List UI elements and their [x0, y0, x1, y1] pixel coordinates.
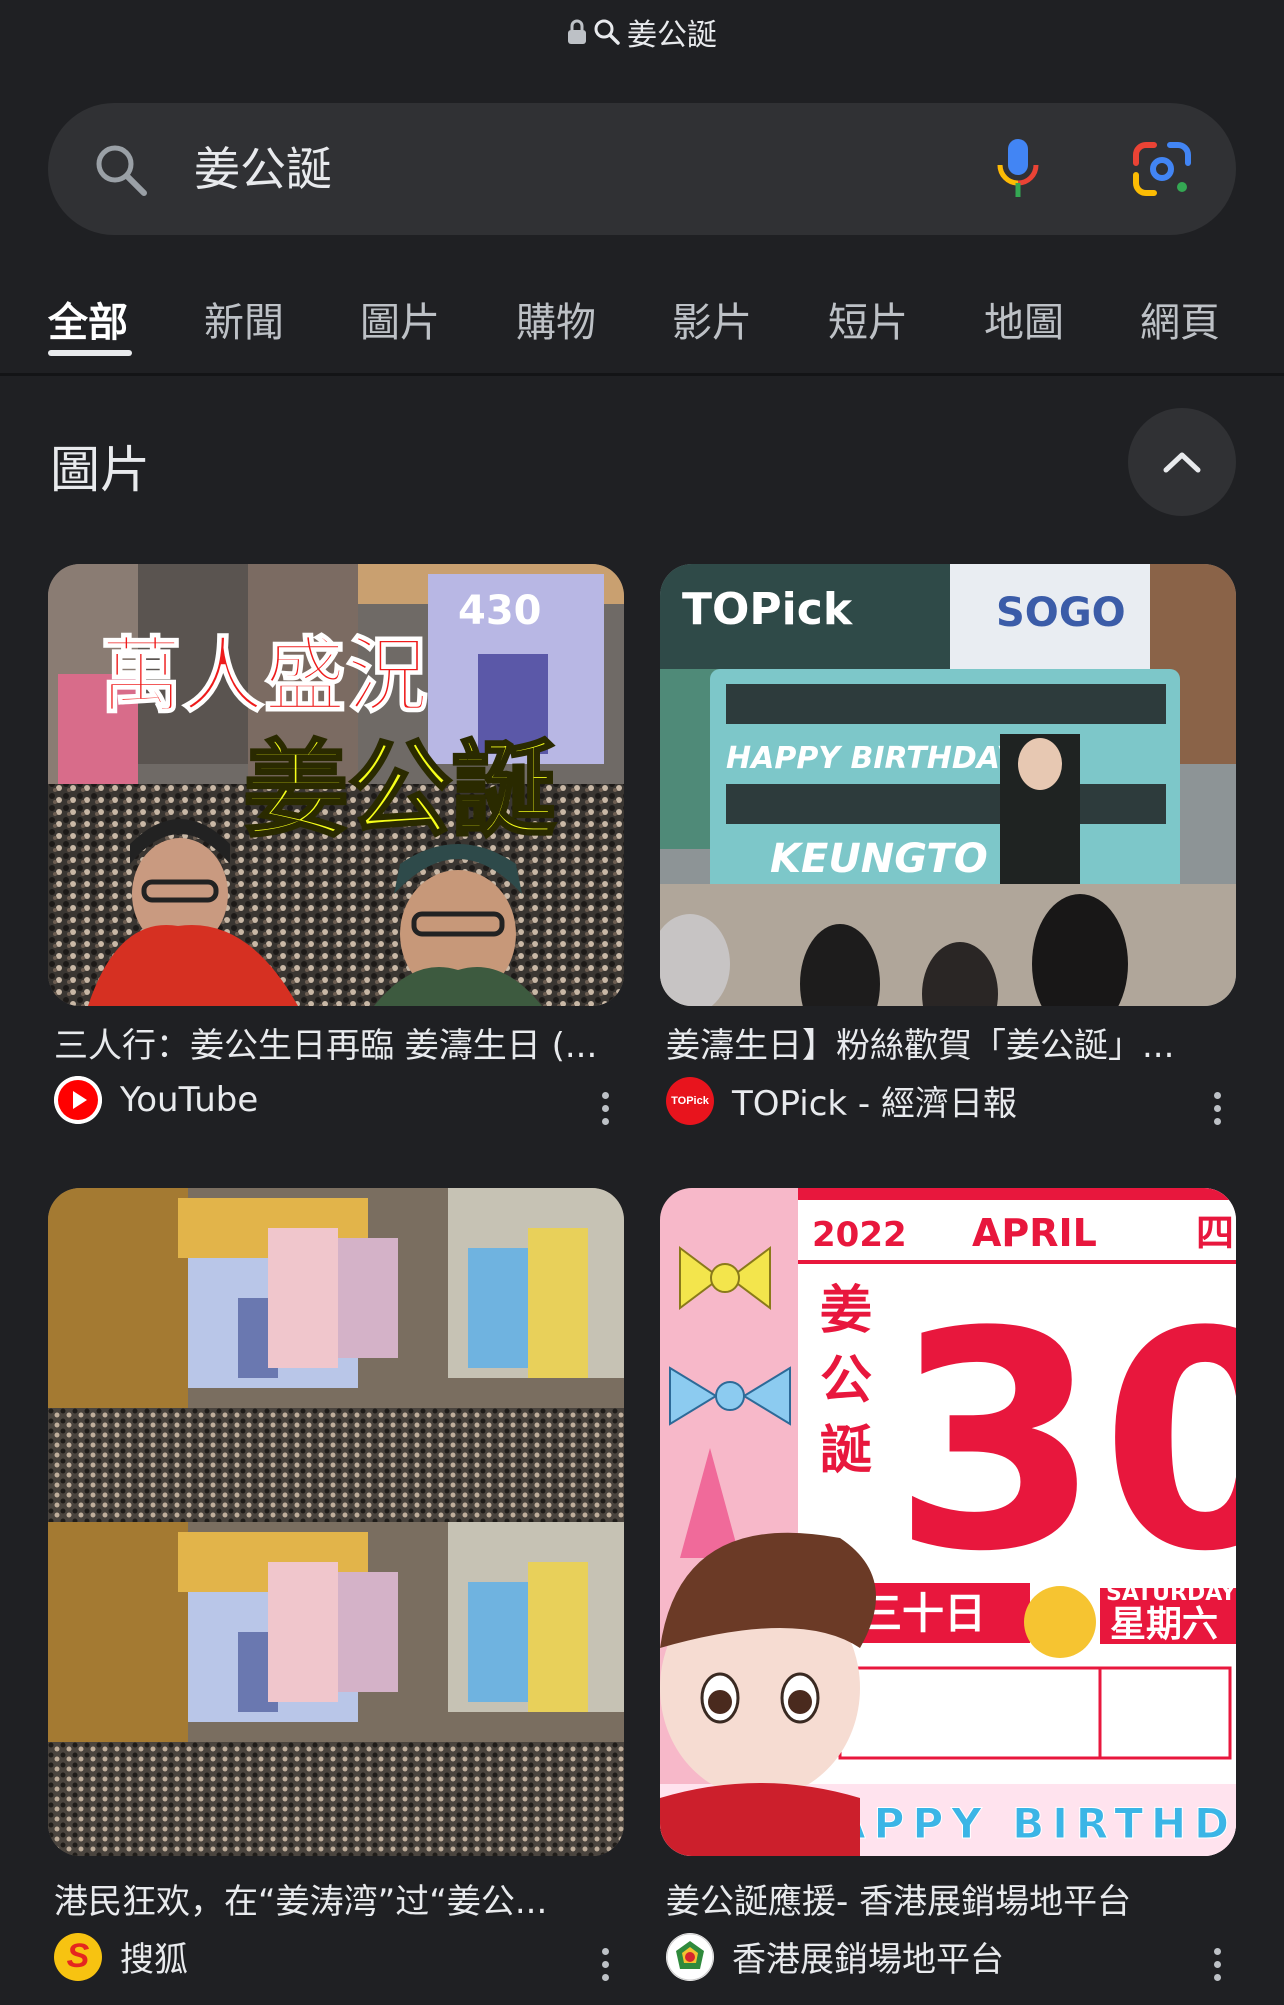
result-caption[interactable]: 港民狂欢，在“姜涛湾”过“姜公...	[54, 1874, 624, 1923]
thumb-text-weekday: 四	[1196, 1211, 1234, 1255]
source-name: TOPick - 經濟日報	[732, 1084, 1017, 1124]
search-input[interactable]: 姜公誕	[194, 141, 332, 197]
thumb-text-char1: 姜	[820, 1281, 872, 1341]
lock-icon	[568, 19, 586, 44]
tab-shopping[interactable]: 購物	[516, 290, 596, 348]
more-options-icon[interactable]	[600, 1092, 610, 1125]
tab-videos[interactable]: 影片	[672, 290, 752, 348]
more-options-icon[interactable]	[1212, 1092, 1222, 1125]
tab-maps[interactable]: 地圖	[984, 290, 1064, 348]
thumb-text-day: 30	[892, 1268, 1236, 1617]
result-thumbnail[interactable]: TOPick SOGO HAPPY BIRTHDAY!! KEUNGTO	[660, 564, 1236, 1006]
thumb-text-weekday-chinese: 星期六	[1110, 1604, 1218, 1645]
search-box[interactable]: 姜公誕	[48, 103, 1236, 235]
search-tabs: 全部 新聞 圖片 購物 影片 短片 地圖 網頁	[0, 280, 1284, 370]
result-caption[interactable]: 姜濤生日】粉絲歡賀「姜公誕」...	[666, 1018, 1236, 1067]
thumb-text-year: 2022	[812, 1215, 907, 1255]
tab-news[interactable]: 新聞	[204, 290, 284, 348]
result-caption[interactable]: 姜公誕應援- 香港展銷場地平台	[666, 1874, 1236, 1923]
result-source[interactable]: TOPick TOPick - 經濟日報	[666, 1076, 1017, 1125]
thumb-text-topick: TOPick	[682, 584, 854, 635]
tab-all[interactable]: 全部	[48, 290, 128, 348]
source-name: YouTube	[120, 1080, 259, 1120]
tab-web[interactable]: 網頁	[1140, 290, 1220, 348]
thumb-text-char3: 誕	[820, 1421, 872, 1481]
thumb-text-char2: 公	[820, 1351, 872, 1411]
collapse-button[interactable]	[1128, 408, 1236, 516]
thumb-text-keungto: KEUNGTO	[770, 836, 988, 882]
image-result-card[interactable]: 港民狂欢，在“姜涛湾”过“姜公... S 搜狐	[48, 1188, 624, 1981]
topick-favicon-icon: TOPick	[666, 1076, 714, 1125]
active-tab-indicator	[48, 350, 132, 356]
search-icon	[594, 19, 620, 45]
address-bar-text: 姜公誕	[627, 18, 717, 53]
source-name: 搜狐	[120, 1940, 188, 1980]
result-caption[interactable]: 三人行：姜公生日再臨 姜濤生日 (...	[54, 1018, 624, 1067]
address-bar[interactable]: 姜公誕	[0, 12, 1284, 53]
result-source[interactable]: S 搜狐	[54, 1932, 188, 1981]
thumb-text-birthday: HAPPY BIRTHDAY!!	[726, 741, 1046, 776]
sohu-favicon-icon: S	[54, 1932, 102, 1981]
divider	[0, 373, 1284, 376]
site-favicon-icon	[666, 1932, 714, 1981]
section-title: 圖片	[50, 441, 150, 499]
result-source[interactable]: YouTube	[54, 1076, 258, 1124]
youtube-favicon-icon	[54, 1076, 102, 1124]
tab-short-videos[interactable]: 短片	[828, 290, 908, 348]
more-options-icon[interactable]	[1212, 1948, 1222, 1981]
more-options-icon[interactable]	[600, 1948, 610, 1981]
thumb-text-month: APRIL	[972, 1211, 1097, 1255]
thumb-text-day-chinese: 三十日	[860, 1589, 986, 1638]
image-result-card[interactable]: 2022 APRIL 四 姜 公 誕 30 三十日 SATURDAY 星期六 H…	[660, 1188, 1236, 1981]
result-thumbnail[interactable]: 430 萬人盛況 姜公誕	[48, 564, 624, 1006]
thumb-text-430: 430	[458, 588, 542, 634]
image-result-card[interactable]: TOPick SOGO HAPPY BIRTHDAY!! KEUNGTO 姜濤生…	[660, 564, 1236, 1134]
tab-images[interactable]: 圖片	[360, 290, 440, 348]
thumb-text-headline: 萬人盛況	[100, 629, 428, 724]
thumb-text-sogo: SOGO	[996, 590, 1126, 636]
source-name: 香港展銷場地平台	[732, 1940, 1004, 1980]
search-icon	[96, 145, 147, 196]
microphone-icon[interactable]	[996, 137, 1040, 201]
thumb-text-saturday: SATURDAY	[1106, 1581, 1236, 1606]
result-thumbnail[interactable]	[48, 1188, 624, 1856]
image-result-card[interactable]: 430 萬人盛況 姜公誕 三人行：姜公生日再臨 姜濤生日 (... YouTub…	[48, 564, 624, 1134]
result-thumbnail[interactable]: 2022 APRIL 四 姜 公 誕 30 三十日 SATURDAY 星期六 H…	[660, 1188, 1236, 1856]
thumb-text-title: 姜公誕	[244, 729, 556, 851]
google-lens-icon[interactable]	[1132, 141, 1192, 197]
result-source[interactable]: 香港展銷場地平台	[666, 1932, 1004, 1981]
chevron-up-icon	[1163, 452, 1201, 473]
